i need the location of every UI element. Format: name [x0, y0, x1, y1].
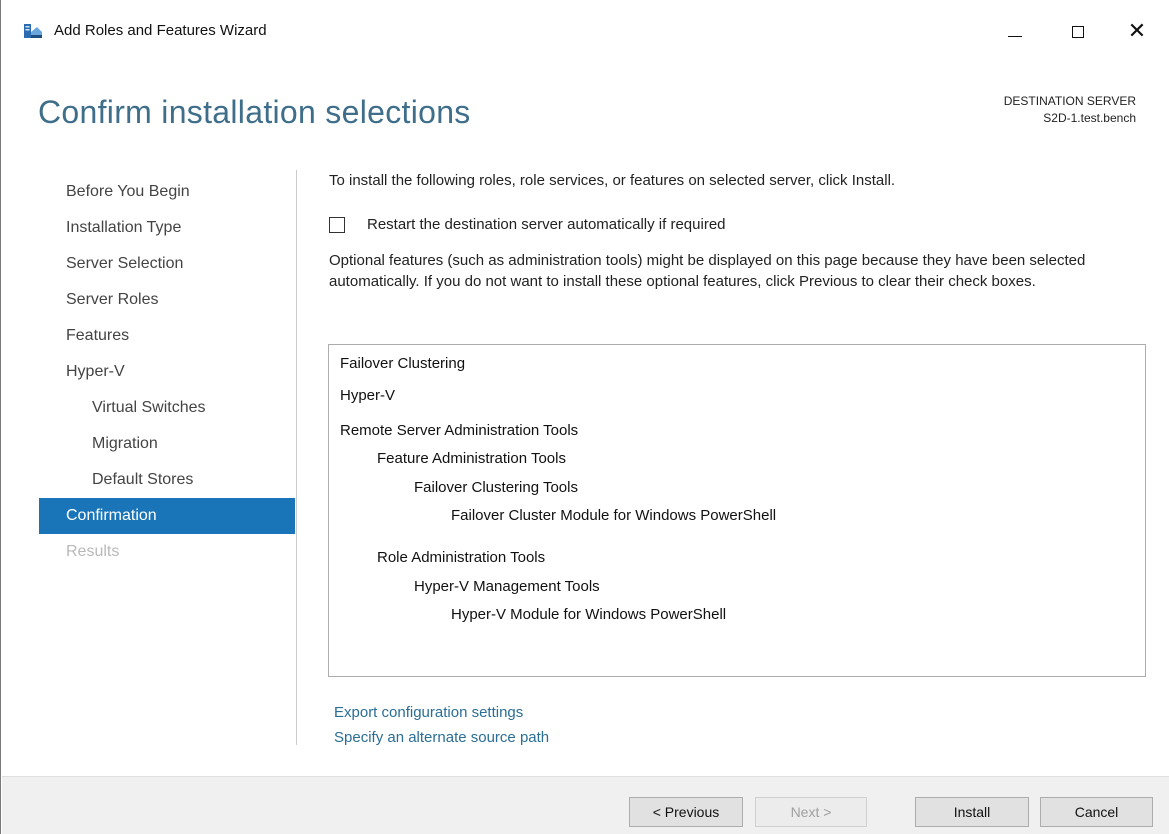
destination-server-label: DESTINATION SERVER [1003, 94, 1136, 108]
maximize-button[interactable] [1055, 14, 1101, 50]
nav-item-confirmation[interactable]: Confirmation [39, 498, 295, 534]
nav-item-hyper-v[interactable]: Hyper-V [39, 354, 295, 390]
list-item: Hyper-V [340, 387, 396, 404]
maximize-icon [1072, 26, 1084, 38]
window-title: Add Roles and Features Wizard [54, 22, 267, 39]
nav-item-results: Results [66, 543, 120, 560]
nav-item-features[interactable]: Features [39, 318, 295, 354]
nav-item-migration[interactable]: Migration [39, 426, 295, 462]
nav-item-default-stores[interactable]: Default Stores [39, 462, 295, 498]
list-item: Hyper-V Module for Windows PowerShell [451, 606, 727, 623]
next-button: Next > [755, 797, 867, 827]
list-item: Role Administration Tools [377, 549, 546, 566]
restart-checkbox[interactable] [329, 216, 345, 233]
previous-button[interactable]: < Previous [629, 797, 743, 827]
optional-features-note: Optional features (such as administratio… [329, 252, 1086, 290]
page-title: Confirm installation selections [38, 94, 471, 130]
export-config-link[interactable]: Export configuration settings [334, 704, 523, 721]
nav-item-installation-type[interactable]: Installation Type [39, 210, 295, 246]
destination-server-value: S2D-1.test.bench [1043, 111, 1136, 125]
wizard-nav: Before You Begin Installation Type Serve… [39, 174, 295, 570]
server-manager-icon [23, 23, 43, 39]
nav-item-virtual-switches[interactable]: Virtual Switches [39, 390, 295, 426]
wizard-window: Add Roles and Features Wizard ✕ Confirm … [0, 0, 1169, 834]
install-button[interactable]: Install [915, 797, 1029, 827]
nav-divider [296, 170, 297, 745]
alternate-source-link[interactable]: Specify an alternate source path [334, 729, 549, 746]
intro-text: To install the following roles, role ser… [329, 172, 896, 189]
nav-item-server-selection[interactable]: Server Selection [39, 246, 295, 282]
destination-server: DESTINATION SERVER S2D-1.test.bench [1004, 93, 1136, 127]
list-item: Feature Administration Tools [377, 450, 566, 467]
list-item: Hyper-V Management Tools [414, 578, 600, 595]
minimize-button[interactable] [992, 14, 1038, 50]
list-item: Remote Server Administration Tools [340, 422, 579, 439]
list-item: Failover Clustering [340, 355, 466, 372]
minimize-icon [1008, 35, 1022, 37]
close-icon: ✕ [1127, 19, 1147, 44]
list-item: Failover Cluster Module for Windows Powe… [451, 507, 777, 524]
restart-option[interactable]: Restart the destination server automatic… [329, 216, 726, 233]
cancel-button[interactable]: Cancel [1040, 797, 1153, 827]
nav-item-before-you-begin[interactable]: Before You Begin [39, 174, 295, 210]
nav-item-server-roles[interactable]: Server Roles [39, 282, 295, 318]
restart-checkbox-label[interactable]: Restart the destination server automatic… [367, 216, 726, 233]
title-bar[interactable]: Add Roles and Features Wizard ✕ [1, 0, 1168, 62]
selections-list[interactable]: Failover Clustering Hyper-V Remote Serve… [328, 344, 1146, 677]
list-item: Failover Clustering Tools [414, 479, 578, 496]
close-button[interactable]: ✕ [1114, 14, 1160, 50]
